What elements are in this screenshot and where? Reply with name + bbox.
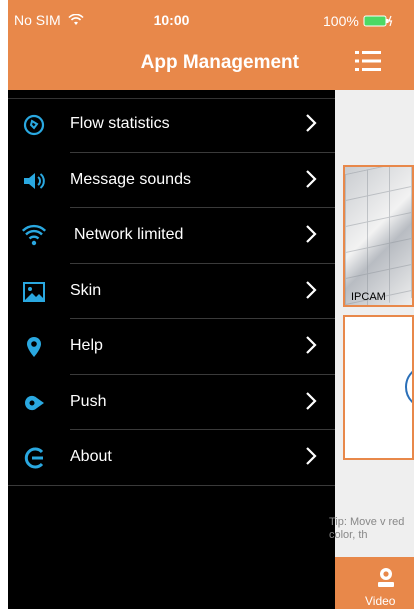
tab-video[interactable]: Video: [335, 557, 414, 609]
chevron-right-icon: [306, 225, 317, 243]
menu-item-label: Skin: [70, 281, 102, 299]
tip-text: Tip: Move v red color, th: [329, 516, 405, 541]
main-content-peek: 100% IPCAM Tip: Move v red color, th Vid…: [323, 0, 414, 609]
person-icon: [378, 568, 394, 587]
about-icon: [24, 447, 44, 469]
menu-item-about[interactable]: About: [8, 430, 335, 486]
list-menu-icon[interactable]: [355, 50, 381, 72]
image-icon: [23, 281, 45, 302]
camera-thumbnail[interactable]: IPCAM: [343, 165, 414, 307]
clock: 10:00: [153, 12, 190, 28]
chevron-right-icon: [306, 391, 317, 410]
status-bar: No SIM 10:00: [14, 12, 329, 32]
menu-item-label: About: [70, 448, 112, 465]
camera-slot-empty[interactable]: [343, 315, 414, 460]
flow-icon: [23, 114, 45, 136]
menu-item-label: Message sounds: [70, 170, 191, 188]
main-header: 100%: [323, 0, 414, 90]
push-icon: [24, 395, 44, 410]
chevron-right-icon: [306, 447, 317, 465]
camera-image: [345, 167, 412, 305]
speaker-icon: [24, 172, 45, 189]
menu-item-label: Help: [70, 337, 103, 354]
menu-item-flow-statistics[interactable]: Flow statistics: [8, 97, 335, 153]
battery-label: 100%: [323, 13, 359, 29]
navigation-drawer: No SIM 10:00 App Management Flow statist…: [8, 0, 335, 609]
menu-item-label: Network limited: [74, 226, 184, 243]
battery-indicator: 100%: [323, 13, 393, 29]
add-camera-icon: [405, 365, 412, 409]
location-pin-icon: [27, 337, 41, 357]
menu-item-push[interactable]: Push: [8, 375, 335, 430]
chevron-right-icon: [306, 336, 317, 354]
menu-item-skin[interactable]: Skin: [8, 264, 335, 319]
camera-caption: IPCAM: [351, 291, 386, 303]
divider: [8, 484, 335, 486]
menu-item-label: Flow statistics: [70, 115, 170, 132]
chevron-right-icon: [306, 169, 317, 188]
battery-icon: [363, 15, 393, 27]
menu-item-label: Push: [70, 392, 107, 410]
drawer-menu: Flow statistics Message sounds Network l…: [8, 97, 335, 486]
chevron-right-icon: [306, 280, 317, 299]
tab-label: Video: [365, 594, 396, 608]
drawer-header: No SIM 10:00 App Management: [8, 0, 335, 90]
menu-item-message-sounds[interactable]: Message sounds: [8, 153, 335, 208]
wifi-icon: [22, 224, 46, 246]
page-title: App Management: [140, 52, 299, 73]
chevron-right-icon: [306, 114, 317, 132]
menu-item-network-limited[interactable]: Network limited: [8, 208, 335, 264]
menu-item-help[interactable]: Help: [8, 319, 335, 375]
